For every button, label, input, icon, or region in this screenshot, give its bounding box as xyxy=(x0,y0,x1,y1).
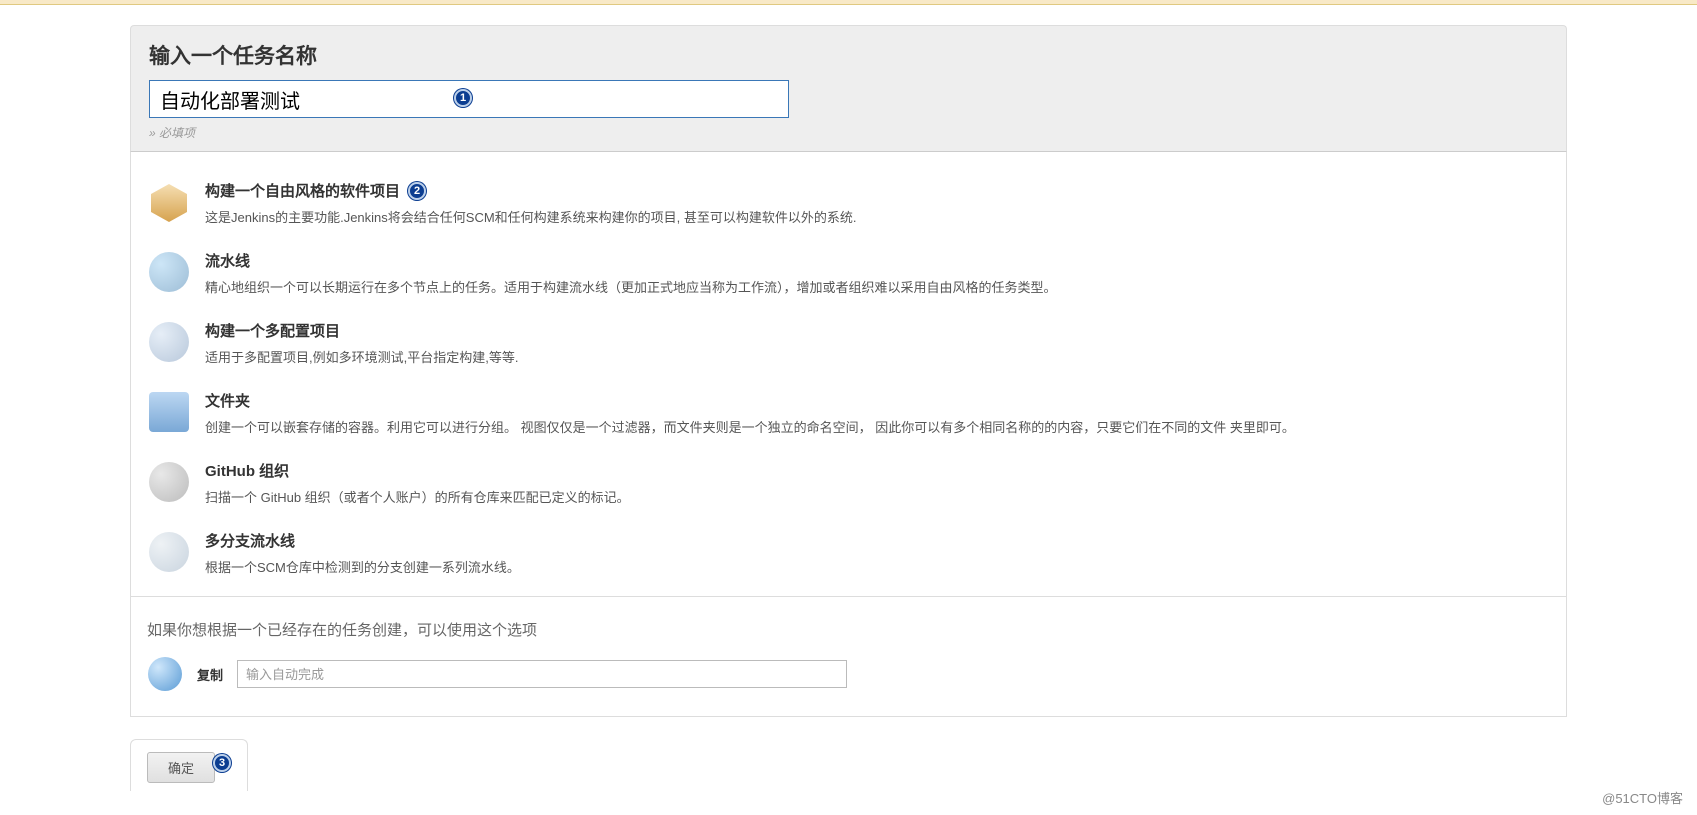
page-title: 输入一个任务名称 xyxy=(149,40,1548,70)
annotation-badge-2: 2 xyxy=(408,182,426,200)
option-multiconfig[interactable]: 构建一个多配置项目 适用于多配置项目,例如多环境测试,平台指定构建,等等. xyxy=(143,310,1554,380)
option-freestyle[interactable]: 构建一个自由风格的软件项目 2 这是Jenkins的主要功能.Jenkins将会… xyxy=(143,170,1554,240)
copy-hint-text: 如果你想根据一个已经存在的任务创建，可以使用这个选项 xyxy=(147,619,1554,640)
required-hint: » 必填项 xyxy=(149,124,1548,141)
name-panel: 输入一个任务名称 1 » 必填项 xyxy=(130,25,1567,151)
option-pipeline[interactable]: 流水线 精心地组织一个可以长期运行在多个节点上的任务。适用于构建流水线（更加正式… xyxy=(143,240,1554,310)
item-type-panel: 构建一个自由风格的软件项目 2 这是Jenkins的主要功能.Jenkins将会… xyxy=(130,151,1567,597)
multibranch-icon xyxy=(147,530,191,574)
copy-label: 复制 xyxy=(197,665,223,684)
option-multibranch[interactable]: 多分支流水线 根据一个SCM仓库中检测到的分支创建一系列流水线。 xyxy=(143,520,1554,590)
github-icon xyxy=(147,460,191,504)
annotation-badge-1: 1 xyxy=(454,89,472,107)
option-title: 多分支流水线 xyxy=(205,530,1550,551)
option-folder[interactable]: 文件夹 创建一个可以嵌套存储的容器。利用它可以进行分组。 视图仅仅是一个过滤器，… xyxy=(143,380,1554,450)
multiconfig-icon xyxy=(147,320,191,364)
footer-bar: 确定 3 xyxy=(130,739,248,791)
copy-row: 复制 xyxy=(143,656,1554,692)
option-title: 构建一个多配置项目 xyxy=(205,320,1550,341)
copy-from-panel: 如果你想根据一个已经存在的任务创建，可以使用这个选项 复制 xyxy=(130,597,1567,717)
option-desc: 这是Jenkins的主要功能.Jenkins将会结合任何SCM和任何构建系统来构… xyxy=(205,207,1550,226)
ok-button[interactable]: 确定 xyxy=(147,752,215,783)
box-icon xyxy=(147,180,191,224)
copy-from-input[interactable] xyxy=(237,660,847,688)
option-title: 文件夹 xyxy=(205,390,1550,411)
new-item-page: 输入一个任务名称 1 » 必填项 构建一个自由风格的软件项目 2 这是Jenki… xyxy=(130,25,1567,791)
option-desc: 创建一个可以嵌套存储的容器。利用它可以进行分组。 视图仅仅是一个过滤器，而文件夹… xyxy=(205,417,1550,436)
option-desc: 根据一个SCM仓库中检测到的分支创建一系列流水线。 xyxy=(205,557,1550,576)
copy-globe-icon xyxy=(147,656,183,692)
folder-icon xyxy=(147,390,191,434)
annotation-badge-3: 3 xyxy=(213,754,231,772)
watermark-text: @51CTO博客 xyxy=(1602,788,1683,807)
top-banner-strip xyxy=(0,0,1697,5)
item-name-row: 1 xyxy=(149,80,789,118)
option-title: 构建一个自由风格的软件项目 xyxy=(205,180,400,201)
option-github-org[interactable]: GitHub 组织 扫描一个 GitHub 组织（或者个人账户）的所有仓库来匹配… xyxy=(143,450,1554,520)
option-desc: 适用于多配置项目,例如多环境测试,平台指定构建,等等. xyxy=(205,347,1550,366)
option-title: GitHub 组织 xyxy=(205,460,1550,481)
option-desc: 精心地组织一个可以长期运行在多个节点上的任务。适用于构建流水线（更加正式地应当称… xyxy=(205,277,1550,296)
pipeline-icon xyxy=(147,250,191,294)
option-desc: 扫描一个 GitHub 组织（或者个人账户）的所有仓库来匹配已定义的标记。 xyxy=(205,487,1550,506)
option-title: 流水线 xyxy=(205,250,1550,271)
